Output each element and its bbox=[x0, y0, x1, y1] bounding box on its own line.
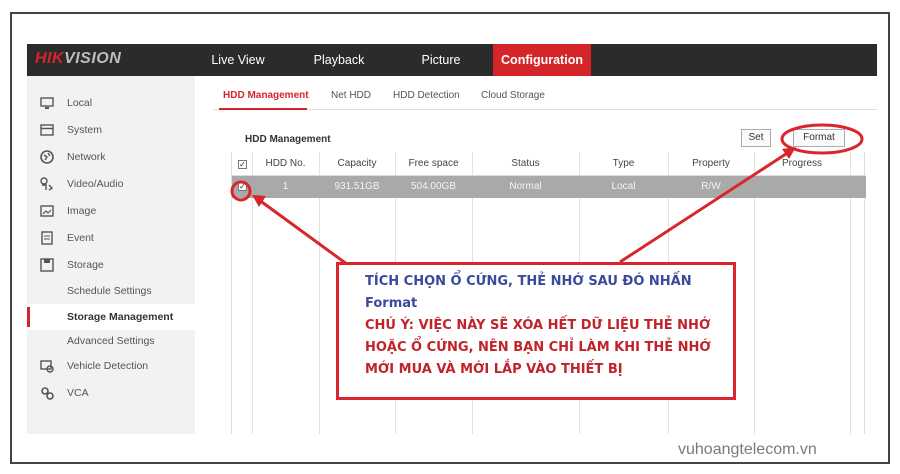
sidebar-item-label: System bbox=[67, 124, 103, 136]
tab-net-hdd[interactable]: Net HDD bbox=[331, 90, 371, 101]
sidebar-item-video-audio[interactable]: Video/Audio bbox=[27, 171, 195, 197]
column-header: Type bbox=[612, 158, 635, 169]
progress-cell bbox=[754, 176, 850, 198]
nav-live-view[interactable]: Live View bbox=[203, 44, 273, 76]
sidebar: Local System Network Video/Audio Image E… bbox=[27, 76, 195, 434]
sidebar-item-label: Schedule Settings bbox=[67, 285, 152, 297]
note-line: TÍCH CHỌN Ổ CỨNG, THẺ NHỚ SAU ĐÓ NHẤN bbox=[365, 274, 692, 289]
select-all-checkbox[interactable]: ✓ bbox=[238, 160, 247, 169]
sidebar-item-system[interactable]: System bbox=[27, 117, 195, 143]
sidebar-item-image[interactable]: Image bbox=[27, 198, 195, 224]
type-cell: Local bbox=[611, 181, 636, 192]
image-icon bbox=[40, 205, 54, 217]
sidebar-item-label: Local bbox=[67, 97, 93, 109]
system-icon bbox=[40, 124, 54, 136]
table-row[interactable]: ✓ 1 931.51GB 504.00GB Normal Local R/W bbox=[232, 176, 866, 198]
sidebar-item-label: Network bbox=[67, 151, 106, 163]
top-nav-bar: HIKVISION Live View Playback Picture Con… bbox=[27, 44, 877, 76]
active-tab-indicator bbox=[219, 108, 307, 110]
sidebar-item-label: VCA bbox=[67, 387, 89, 399]
sidebar-item-advanced-settings[interactable]: Advanced Settings bbox=[27, 328, 195, 354]
format-button[interactable]: Format bbox=[793, 129, 845, 147]
note-line: HOẶC Ổ CỨNG, NÊN BẠN CHỈ LÀM KHI THẺ NHỚ bbox=[365, 340, 711, 355]
tab-cloud-storage[interactable]: Cloud Storage bbox=[481, 90, 545, 101]
column-header: Free space bbox=[408, 158, 459, 169]
storage-tabs: HDD Management Net HDD HDD Detection Clo… bbox=[213, 84, 877, 110]
globe-icon bbox=[40, 150, 54, 164]
nav-playback[interactable]: Playback bbox=[303, 44, 375, 76]
nav-picture[interactable]: Picture bbox=[403, 44, 479, 76]
free-space-cell: 504.00GB bbox=[410, 181, 457, 192]
sidebar-item-label: Image bbox=[67, 205, 97, 217]
sidebar-item-network[interactable]: Network bbox=[27, 144, 195, 170]
sidebar-item-label: Video/Audio bbox=[67, 178, 124, 190]
sidebar-item-vca[interactable]: VCA bbox=[27, 380, 195, 406]
monitor-icon bbox=[40, 97, 54, 109]
capacity-cell: 931.51GB bbox=[334, 181, 380, 192]
column-header: Capacity bbox=[337, 158, 377, 169]
note-line: Format bbox=[365, 296, 418, 311]
vehicle-detection-icon bbox=[40, 360, 54, 373]
note-line: MỚI MUA VÀ MỚI LẮP VÀO THIẾT BỊ bbox=[365, 362, 623, 377]
sidebar-item-schedule-settings[interactable]: Schedule Settings bbox=[27, 278, 195, 304]
storage-icon bbox=[40, 258, 54, 272]
hdd-no-cell: 1 bbox=[282, 181, 289, 192]
sidebar-item-label: Event bbox=[67, 232, 94, 244]
instruction-note: TÍCH CHỌN Ổ CỨNG, THẺ NHỚ SAU ĐÓ NHẤN Fo… bbox=[336, 262, 736, 400]
sidebar-item-event[interactable]: Event bbox=[27, 225, 195, 251]
tab-hdd-management[interactable]: HDD Management bbox=[223, 90, 309, 101]
property-cell: R/W bbox=[701, 181, 721, 192]
sidebar-item-label: Storage bbox=[67, 259, 104, 271]
sidebar-item-local[interactable]: Local bbox=[27, 90, 195, 116]
watermark: vuhoangtelecom.vn bbox=[678, 441, 817, 458]
vca-icon bbox=[41, 387, 54, 400]
sidebar-item-label: Advanced Settings bbox=[67, 335, 155, 347]
hikvision-logo: HIKVISION bbox=[35, 50, 122, 67]
sidebar-item-label: Storage Management bbox=[67, 311, 174, 323]
status-cell: Normal bbox=[509, 181, 542, 192]
video-audio-icon bbox=[40, 177, 54, 191]
sidebar-item-storage[interactable]: Storage bbox=[27, 252, 195, 278]
sidebar-item-storage-management[interactable]: Storage Management bbox=[27, 304, 195, 330]
tab-hdd-detection[interactable]: HDD Detection bbox=[393, 90, 460, 101]
panel-title: HDD Management bbox=[245, 134, 331, 145]
event-icon bbox=[41, 231, 53, 245]
nav-configuration[interactable]: Configuration bbox=[493, 44, 591, 76]
column-header: HDD No. bbox=[265, 158, 306, 169]
sidebar-item-label: Vehicle Detection bbox=[67, 360, 149, 372]
column-header: Status bbox=[511, 158, 540, 169]
set-button[interactable]: Set bbox=[741, 129, 771, 147]
column-header: Progress bbox=[781, 158, 822, 169]
sidebar-item-vehicle-detection[interactable]: Vehicle Detection bbox=[27, 353, 195, 379]
row-checkbox[interactable]: ✓ bbox=[238, 182, 247, 191]
note-line: CHÚ Ý: VIỆC NÀY SẼ XÓA HẾT DỮ LIỆU THẺ N… bbox=[365, 318, 711, 333]
column-header: Property bbox=[692, 158, 730, 169]
